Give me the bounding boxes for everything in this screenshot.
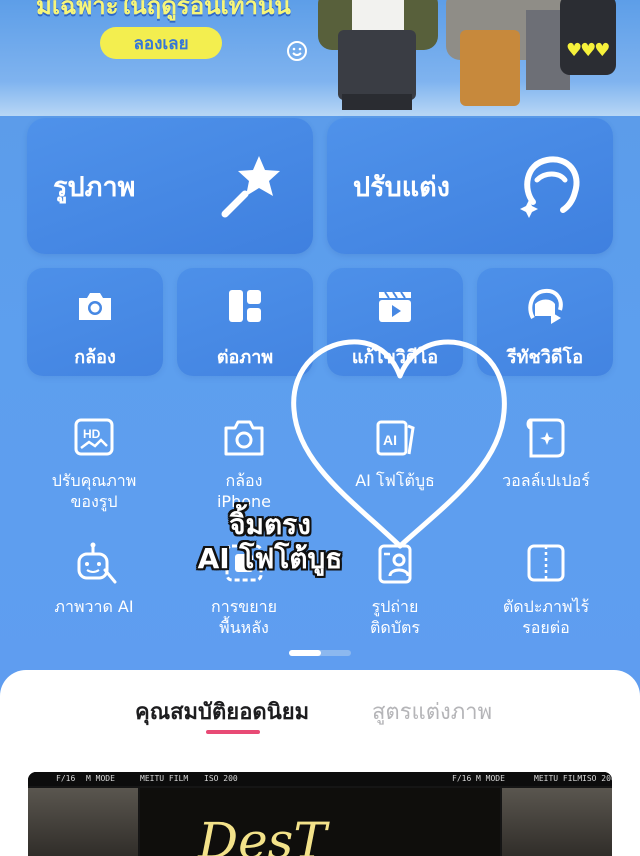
film-frame-right — [502, 788, 612, 856]
svg-text:HD: HD — [83, 427, 101, 441]
hearts-decoration: ♥♥♥ — [566, 40, 610, 61]
overlay-caption: จิ้มตรง AI โฟโต้บูธ — [170, 508, 370, 576]
camera-label: กล้อง — [74, 347, 116, 368]
id-photo-label-2: ติดบัตร — [370, 618, 420, 637]
face-play-icon — [528, 288, 563, 324]
banner-person-left — [318, 0, 438, 110]
film-meta-r2: M MODE — [476, 774, 505, 783]
seamless-collage-label-1: ตัดปะภาพไร้ — [502, 597, 590, 616]
seamless-collage-label-2: รอยต่อ — [522, 618, 570, 637]
active-tab-indicator — [206, 730, 260, 734]
magic-wand-star-icon — [221, 156, 280, 218]
ai-art-tool[interactable]: ภาพวาด AI — [14, 540, 174, 617]
banner-title: มีเฉพาะในฤดูร้อนเท่านั้น — [36, 0, 291, 20]
film-meta-left1: F/16 — [56, 774, 76, 783]
film-top-bar — [28, 772, 612, 786]
film-meta-r4: ISO 200 — [582, 774, 612, 783]
film-meta-r1: F/16 — [452, 774, 472, 783]
try-now-button[interactable]: ลองเลย — [100, 27, 222, 59]
page-indicator-active — [289, 650, 321, 656]
enhance-quality-label-2: ของรูป — [70, 492, 118, 511]
page-indicator — [289, 650, 351, 656]
overlay-caption-line1: จิ้มตรง — [229, 508, 311, 541]
expand-background-label-1: การขยาย — [211, 597, 277, 616]
camera-outline-icon — [224, 420, 264, 456]
camera-icon — [79, 293, 111, 320]
enhance-quality-tool[interactable]: HD ปรับคุณภาพ ของรูป — [14, 414, 174, 512]
face-outline-sparkle-icon — [520, 156, 580, 218]
banner-backpack — [560, 0, 616, 75]
film-meta-left2: M MODE — [86, 774, 115, 783]
ai-art-label: ภาพวาด AI — [54, 597, 134, 616]
seamless-cut-icon — [527, 544, 565, 582]
film-meta-r3: MEITU FILM — [534, 774, 583, 783]
camera-card[interactable]: กล้อง — [27, 268, 163, 376]
wallpaper-icon — [526, 418, 565, 458]
collage-layout-icon — [229, 290, 261, 322]
enhance-quality-label-1: ปรับคุณภาพ — [51, 471, 137, 490]
beautify-card[interactable]: ปรับแต่ง — [327, 118, 613, 254]
clapperboard-play-icon — [379, 291, 411, 322]
expand-background-label-2: พื้นหลัง — [219, 618, 269, 637]
photo-edit-card[interactable]: รูปภาพ — [27, 118, 313, 254]
film-script-text: DesT — [198, 812, 327, 856]
id-photo-label-1: รูปถ่าย — [371, 597, 419, 616]
tab-popular-features[interactable]: คุณสมบัติยอดนิยม — [135, 694, 309, 729]
film-frame-left — [28, 788, 138, 856]
overlay-caption-line2: AI โฟโต้บูธ — [197, 542, 343, 575]
film-preview-card[interactable]: F/16 M MODE MEITU FILM ISO 200 F/16 M MO… — [28, 772, 612, 856]
beautify-label: ปรับแต่ง — [353, 171, 450, 203]
promo-banner[interactable]: มีเฉพาะในฤดูร้อนเท่านั้น ลองเลย ♥♥♥ — [0, 0, 640, 116]
hd-icon: HD — [74, 418, 114, 456]
photo-edit-label: รูปภาพ — [53, 171, 136, 203]
film-meta-c2: ISO 200 — [204, 774, 238, 783]
tab-edit-recipes[interactable]: สูตรแต่งภาพ — [372, 694, 492, 729]
film-meta-c1: MEITU FILM — [140, 774, 189, 783]
robot-brush-icon — [77, 542, 117, 584]
